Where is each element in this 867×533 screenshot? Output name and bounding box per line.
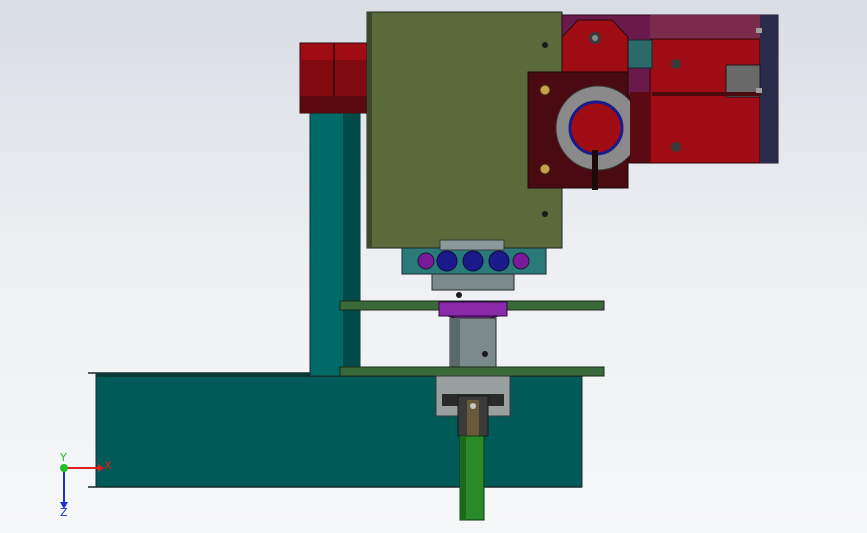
column-cap[interactable] <box>299 42 369 114</box>
x-axis-label: X <box>104 459 112 472</box>
tool-rod[interactable] <box>459 435 485 521</box>
bearing-coupling[interactable] <box>401 239 547 298</box>
top-bracket[interactable] <box>561 19 629 76</box>
shaft-collar[interactable] <box>438 300 508 320</box>
y-axis-label: Y <box>59 451 67 464</box>
z-axis-label: Z <box>60 506 68 519</box>
support-column[interactable] <box>309 107 361 377</box>
terminal-block[interactable] <box>627 39 653 69</box>
lower-rail[interactable] <box>339 366 605 377</box>
assembly-drawing: X Y Z <box>59 11 779 521</box>
cad-viewport[interactable]: X Y Z <box>0 0 867 533</box>
bracket-side <box>630 92 650 162</box>
y-axis-dot <box>60 464 68 472</box>
